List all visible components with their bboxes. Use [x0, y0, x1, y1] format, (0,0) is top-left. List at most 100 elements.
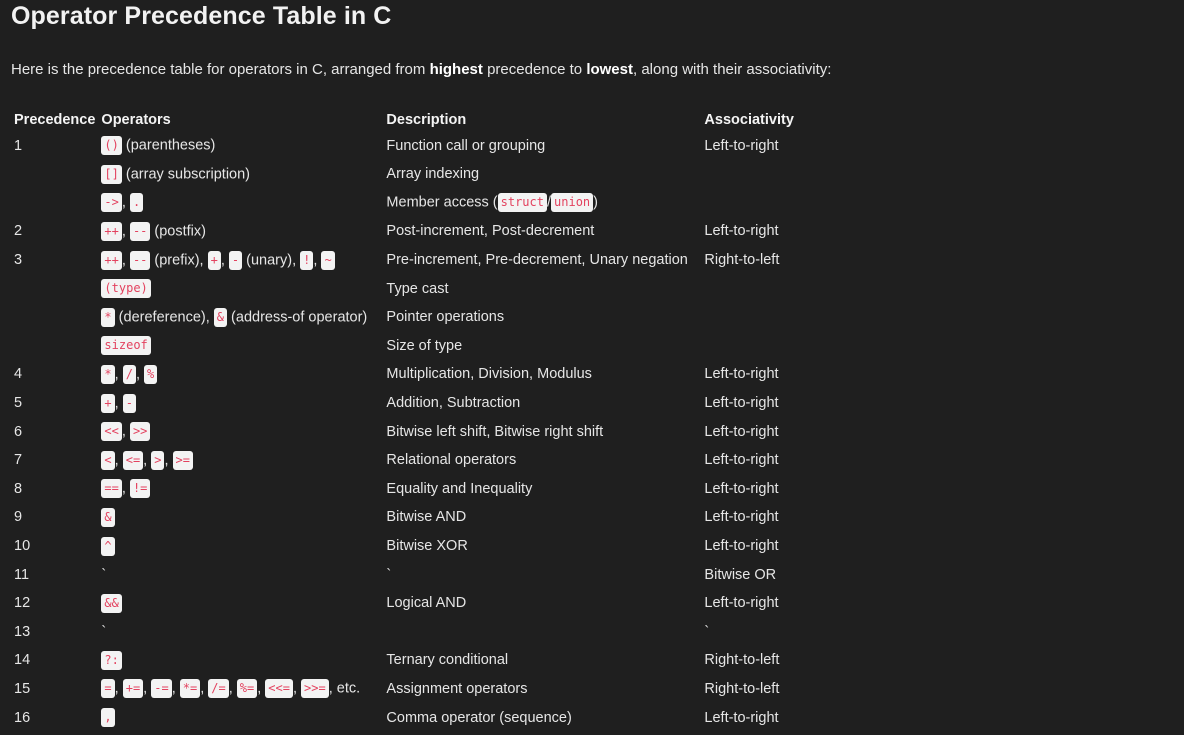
- table-row: 1() (parentheses) Function call or groupi…: [11, 131, 807, 160]
- description-cell: Member access (struct / union): [383, 189, 701, 218]
- operator-code: --: [129, 250, 151, 270]
- operator-code: /: [122, 364, 136, 384]
- precedence-cell: 4: [14, 366, 23, 383]
- operator-code: []: [101, 164, 122, 184]
- operator-code: !=: [129, 479, 151, 499]
- operator-code: <: [101, 450, 115, 470]
- operator-text: (unary),: [242, 252, 301, 269]
- precedence-cell: 7: [14, 452, 23, 469]
- operators-cell: [] (array subscription): [98, 160, 383, 189]
- operator-code: ==: [101, 479, 122, 499]
- operators-cell: <<, >>: [98, 417, 383, 446]
- operators-cell: ==, !=: [98, 475, 383, 504]
- operator-text: (parentheses): [121, 137, 216, 154]
- precedence-cell: 11: [14, 566, 30, 583]
- operator-text: ,: [121, 194, 130, 211]
- precedence-cell: 9: [14, 509, 23, 526]
- description-cell: [383, 618, 701, 647]
- description-cell: Logical AND: [386, 595, 467, 612]
- associativity-cell: [701, 303, 807, 332]
- operator-code: <<: [101, 422, 122, 442]
- operator-text: (dereference),: [114, 309, 214, 326]
- operator-code: ^: [101, 536, 115, 556]
- operators-cell: sizeof: [98, 332, 383, 361]
- operator-text: ,: [121, 252, 130, 269]
- operators-cell: <, <=, >, >=: [98, 446, 383, 475]
- operators-cell: `: [98, 618, 383, 647]
- operators-cell: =, +=, -=, *=, /=, %=, <<=, >>=, etc.: [98, 675, 383, 704]
- associativity-cell: [701, 332, 807, 361]
- description-cell: Assignment operators: [386, 680, 528, 697]
- table-row: sizeof Size of type: [11, 332, 807, 361]
- operator-text: `: [101, 623, 107, 640]
- associativity-cell: [701, 189, 807, 218]
- table-row: * (dereference), & (address-of operator)…: [11, 303, 807, 332]
- header-operators: Operators: [101, 112, 171, 128]
- operator-text: (address-of operator): [227, 309, 368, 326]
- table-row: 10 ^ Bitwise XOR Left-to-right: [11, 532, 807, 561]
- table-header-row: Precedence Operators Description Associa…: [11, 109, 807, 131]
- intro-bold-lowest: lowest: [586, 61, 633, 78]
- table-row: ->, . Member access (struct / union): [11, 189, 807, 218]
- table-row: 12 && Logical AND Left-to-right: [11, 589, 807, 618]
- associativity-cell: Right-to-left: [704, 680, 780, 697]
- associativity-cell: Right-to-left: [704, 252, 780, 269]
- description-cell: Equality and Inequality: [386, 480, 533, 497]
- operator-code: +: [207, 250, 221, 270]
- description-cell: Array indexing: [386, 166, 480, 183]
- page-title: Operator Precedence Table in C: [11, 2, 392, 30]
- operator-code: ~: [321, 250, 335, 270]
- description-cell: Comma operator (sequence): [386, 709, 572, 726]
- precedence-cell: [11, 332, 98, 361]
- associativity-cell: Left-to-right: [704, 709, 779, 726]
- operator-code: >>: [129, 422, 151, 442]
- precedence-cell: 8: [14, 480, 23, 497]
- table-row: 14?: Ternary conditional Right-to-left: [11, 646, 807, 675]
- operator-text: ,: [164, 452, 173, 469]
- table-row: 7 <, <=, >, >= Relational operators Left-to…: [11, 446, 807, 475]
- operator-code: !: [300, 250, 314, 270]
- operator-code: <=: [122, 450, 144, 470]
- precedence-cell: 2: [14, 223, 23, 240]
- precedence-table: Precedence Operators Description Associa…: [11, 109, 807, 732]
- table-row: (type) Type cast: [11, 274, 807, 303]
- header-precedence: Precedence: [14, 112, 96, 128]
- operator-code: =: [101, 679, 115, 699]
- precedence-cell: 16: [14, 709, 31, 726]
- description-cell: Pre-increment, Pre-decrement, Unary nega…: [386, 252, 688, 269]
- operator-code: +=: [122, 679, 144, 699]
- intro-paragraph: Here is the precedence table for operato…: [11, 60, 831, 80]
- associativity-cell: [701, 160, 807, 189]
- operator-code: *: [101, 364, 115, 384]
- description-cell: Relational operators: [386, 452, 517, 469]
- operators-cell: *, /, %: [98, 360, 383, 389]
- operator-text: ): [593, 194, 598, 211]
- operator-code: &: [101, 507, 115, 527]
- description-cell: Bitwise XOR: [386, 538, 468, 555]
- operator-code: *=: [179, 679, 201, 699]
- operator-code: ++: [101, 250, 122, 270]
- operator-text: Member access (: [386, 194, 498, 211]
- operator-code: ++: [101, 221, 122, 241]
- operator-text: ,: [228, 680, 237, 697]
- operator-text: ,: [121, 223, 130, 240]
- operator-text: ,: [135, 366, 145, 383]
- description-cell: Function call or grouping: [386, 137, 546, 154]
- intro-text-start: Here is the precedence table for operato…: [11, 61, 430, 78]
- operator-code: %=: [236, 679, 258, 699]
- table-row: 4 *, /, % Multiplication, Division, Modulu…: [11, 360, 807, 389]
- table-row: 8 ==, != Equality and Inequality Left-to-ri…: [11, 475, 807, 504]
- operators-cell: ?:: [98, 646, 383, 675]
- description-cell: Size of type: [386, 337, 463, 354]
- operator-text: ,: [257, 680, 266, 697]
- associativity-cell: `: [704, 623, 710, 640]
- operator-code: >: [151, 450, 165, 470]
- precedence-cell: 3: [14, 252, 23, 269]
- operators-cell: &&: [98, 589, 383, 618]
- operators-cell: `: [98, 560, 383, 589]
- description-cell: Multiplication, Division, Modulus: [386, 366, 592, 383]
- description-cell: Bitwise AND: [386, 509, 467, 526]
- operator-code: *: [101, 307, 115, 327]
- precedence-cell: 10: [14, 538, 31, 555]
- precedence-cell: 6: [14, 423, 23, 440]
